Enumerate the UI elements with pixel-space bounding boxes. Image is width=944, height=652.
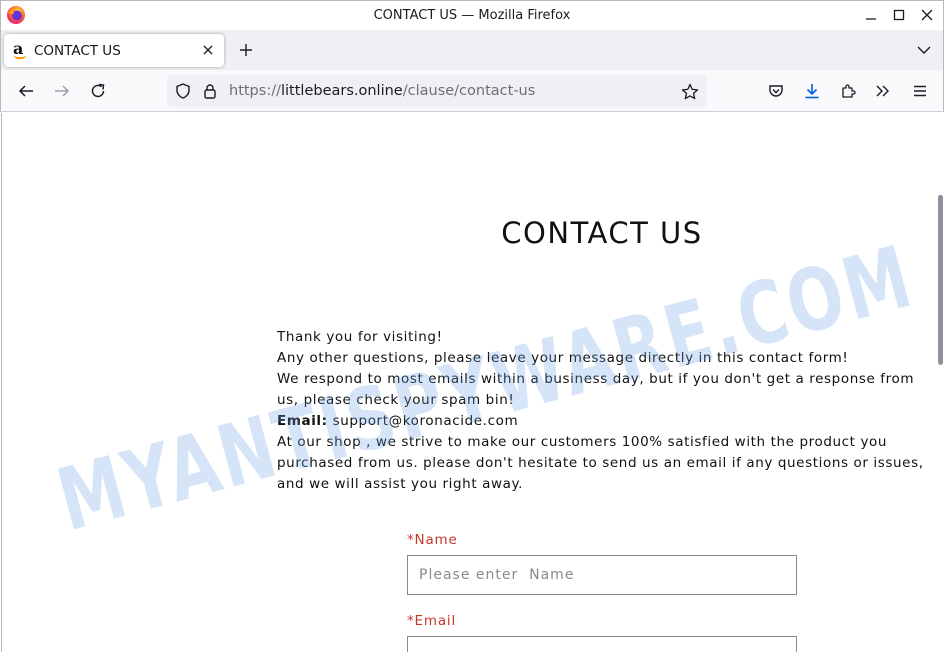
navigation-toolbar: https://littlebears.online/clause/contac… — [0, 70, 944, 112]
intro-line: Thank you for visiting! — [277, 329, 443, 345]
shield-icon[interactable] — [175, 83, 191, 99]
forward-icon[interactable] — [50, 79, 74, 103]
downloads-icon[interactable] — [800, 79, 824, 103]
tab-contact-us[interactable]: a CONTACT US — [4, 34, 224, 67]
new-tab-plus-icon[interactable] — [235, 39, 257, 61]
page-scrollbar[interactable] — [938, 195, 943, 365]
intro-line: purchased from us. please don't hesitate… — [277, 455, 924, 471]
url-text[interactable]: https://littlebears.online/clause/contac… — [229, 83, 535, 99]
pocket-icon[interactable] — [764, 79, 788, 103]
page-title: CONTACT US — [501, 216, 703, 250]
page-viewport: CONTACT US Thank you for visiting! Any o… — [1, 113, 943, 652]
back-icon[interactable] — [14, 79, 38, 103]
bookmark-star-icon[interactable] — [681, 83, 699, 101]
email-label: Email: — [277, 413, 328, 429]
email-address: support@koronacide.com — [332, 413, 519, 429]
email-line: Email: support@koronacide.com — [277, 411, 927, 432]
url-path: /clause/contact-us — [402, 83, 536, 99]
minimize-icon[interactable] — [860, 5, 882, 25]
name-field[interactable] — [407, 555, 797, 595]
overflow-chevrons-icon[interactable] — [871, 79, 895, 103]
intro-line: Any other questions, please leave your m… — [277, 350, 849, 366]
contact-intro-text: Thank you for visiting! Any other questi… — [277, 327, 927, 495]
lock-icon[interactable] — [202, 83, 218, 99]
url-host: littlebears.online — [280, 83, 403, 99]
url-bar[interactable]: https://littlebears.online/clause/contac… — [167, 75, 707, 107]
tab-list-chevron-down-icon[interactable] — [913, 39, 935, 61]
intro-line: We respond to most emails within a busin… — [277, 371, 915, 387]
amazon-a-icon: a — [13, 41, 29, 59]
tab-strip: a CONTACT US — [0, 30, 944, 70]
close-icon[interactable] — [916, 5, 938, 25]
intro-line: and we will assist you right away. — [277, 476, 524, 492]
menu-icon[interactable] — [908, 79, 932, 103]
name-field-label: *Name — [407, 532, 458, 548]
reload-icon[interactable] — [86, 79, 110, 103]
intro-line: us, please check your spam bin! — [277, 392, 515, 408]
url-scheme: https:// — [229, 83, 281, 99]
tab-close-icon[interactable] — [200, 42, 216, 58]
window-titlebar: CONTACT US — Mozilla Firefox — [0, 0, 944, 30]
extensions-icon[interactable] — [836, 79, 860, 103]
intro-line: At our shop , we strive to make our cust… — [277, 434, 888, 450]
tab-label: CONTACT US — [34, 43, 121, 59]
maximize-icon[interactable] — [888, 5, 910, 25]
email-field-label: *Email — [407, 613, 457, 629]
window-title: CONTACT US — Mozilla Firefox — [373, 8, 571, 23]
email-field[interactable] — [407, 636, 797, 652]
